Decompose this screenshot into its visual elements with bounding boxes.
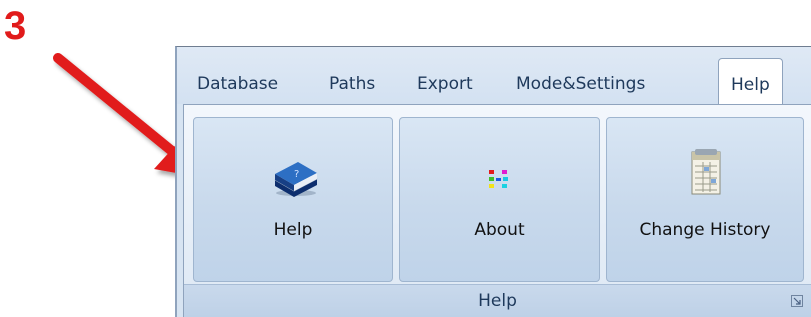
tab-database[interactable]: Database bbox=[197, 71, 278, 97]
change-history-button[interactable]: Change History bbox=[606, 117, 804, 282]
change-history-button-label: Change History bbox=[639, 220, 771, 240]
tab-help[interactable]: Help bbox=[718, 58, 783, 105]
tab-paths[interactable]: Paths bbox=[329, 71, 375, 97]
about-icon bbox=[489, 170, 508, 188]
ribbon-group-label: Help bbox=[184, 284, 811, 317]
help-button-label: Help bbox=[273, 220, 313, 240]
ribbon-tab-bar: Database Paths Export Mode&Settings Help bbox=[177, 47, 811, 105]
ribbon-group-help: ? Help About Change History Help bbox=[183, 104, 811, 317]
change-history-icon bbox=[691, 149, 721, 195]
ribbon-window: Database Paths Export Mode&Settings Help… bbox=[175, 46, 811, 317]
svg-text:?: ? bbox=[294, 169, 299, 180]
tab-export[interactable]: Export bbox=[417, 71, 473, 97]
about-button[interactable]: About bbox=[399, 117, 600, 282]
dialog-launcher-icon[interactable] bbox=[791, 295, 803, 307]
about-button-label: About bbox=[474, 220, 525, 240]
help-button[interactable]: ? Help bbox=[193, 117, 393, 282]
help-book-icon: ? bbox=[274, 162, 318, 197]
group-label-text: Help bbox=[478, 291, 517, 311]
tab-mode-settings[interactable]: Mode&Settings bbox=[516, 71, 645, 97]
